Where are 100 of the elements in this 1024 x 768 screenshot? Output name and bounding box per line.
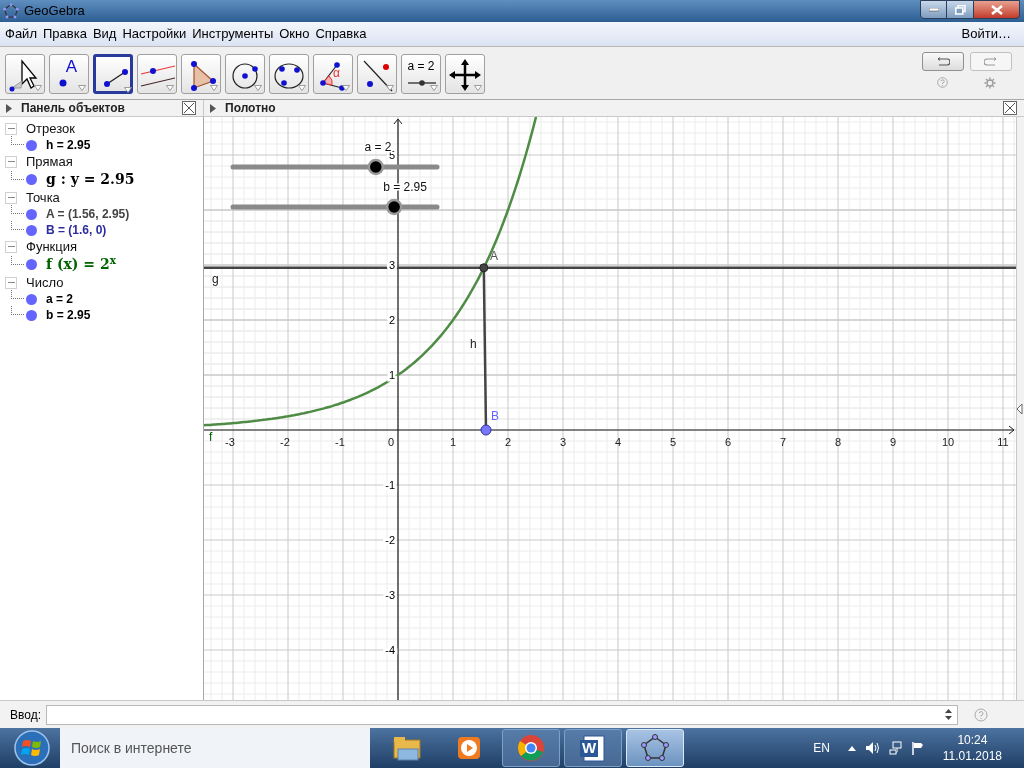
dropdown-icon [386,85,394,91]
object-label: A [490,249,498,263]
axis-label: 11 [997,436,1009,448]
restore-button[interactable] [947,0,973,19]
taskbar-app[interactable]: W [564,729,622,767]
dropdown-icon [254,85,262,91]
tool-button[interactable] [181,54,221,94]
axis-label: 9 [889,436,897,448]
category-label: Прямая [26,152,73,171]
axis-label: -1 [335,436,345,448]
menu-item[interactable]: Вид [89,26,120,42]
axis-label: 2 [388,314,395,326]
search-field[interactable]: Поиск в интернете [60,728,370,768]
dropdown-icon [166,85,174,91]
object-value[interactable]: a = 2 [46,290,74,308]
axis-label: 4 [614,436,622,448]
dropdown-icon [78,85,86,91]
expand-icon[interactable] [210,103,216,113]
menu-item[interactable]: Настройки [119,26,190,42]
undo-button[interactable] [922,52,964,71]
menu-item[interactable]: Справка [312,26,370,42]
tool-icon [407,80,437,86]
tool-button[interactable]: a = 2 [401,54,441,94]
point [479,263,489,273]
start-button[interactable] [12,728,52,768]
axis-label: -3 [225,436,235,448]
show-hidden-icon[interactable] [847,744,856,752]
category-label: Точка [26,188,60,207]
tool-button[interactable]: α [313,54,353,94]
minimize-button[interactable] [920,0,947,19]
tool-button[interactable] [269,54,309,94]
axis-label: -4 [385,644,395,656]
object-value[interactable]: f (x) = 2$^{x}$ [46,254,116,275]
object-label: B [491,409,499,423]
close-button[interactable] [973,0,1020,19]
network-icon[interactable] [888,741,902,755]
object-value[interactable]: B = (1.6, 0) [46,221,107,239]
tool-button[interactable] [357,54,397,94]
input-field[interactable] [46,704,958,725]
menu-item[interactable]: Окно [276,26,313,42]
object-value[interactable]: A = (1.56, 2.95) [46,205,130,223]
tool-button[interactable] [225,54,265,94]
input-label: Ввод: [10,706,41,724]
dropdown-icon [210,85,218,91]
axis-label: 0 [387,436,394,448]
window-title: GeoGebra [24,2,85,21]
slider-track[interactable] [230,158,440,176]
object-label: g [212,272,219,286]
object-value[interactable]: b = 2.95 [46,306,91,324]
category-label: Функция [26,237,77,256]
axis-label: -1 [385,479,395,491]
close-icon [990,4,1003,15]
login-link[interactable]: Войти… [958,24,1014,44]
axis-label: 6 [724,436,732,448]
language-indicator[interactable]: EN [813,739,830,757]
tool-button[interactable]: A [49,54,89,94]
pentagon-icon [3,3,19,19]
clock-date[interactable]: 11.01.2018 [942,748,1002,764]
axis-label: 2 [504,436,512,448]
panel-title: Полотно [225,100,276,117]
axis-label: 7 [779,436,787,448]
menu-item[interactable]: Файл [2,26,40,42]
menu-item[interactable]: Инструменты [189,26,277,42]
tool-button[interactable] [93,54,133,94]
dropdown-icon [298,85,306,91]
slider-track[interactable] [230,198,440,216]
close-icon[interactable] [1003,101,1017,115]
dropdown-icon [34,85,42,91]
tool-button[interactable] [445,54,485,94]
tool-button[interactable] [5,54,45,94]
object-value[interactable]: h = 2.95 [46,136,91,154]
expand-icon[interactable] [6,103,12,113]
volume-icon[interactable] [864,741,880,755]
close-icon[interactable] [182,101,196,115]
axis-label: 8 [834,436,842,448]
object-value[interactable]: g : y = 2.95 [46,169,135,190]
axis-label: 3 [559,436,567,448]
clock-time[interactable]: 10:24 [957,732,988,748]
spinner-icon[interactable] [945,709,952,720]
dropdown-icon [474,85,482,91]
tool-icon [59,79,67,87]
axis-label: -3 [385,589,395,601]
slider-knob[interactable] [367,158,385,176]
flag-icon[interactable] [910,741,924,755]
slider-knob[interactable] [385,198,403,216]
axis-label: -2 [385,534,395,546]
axis-label: -2 [280,436,290,448]
tool-button[interactable] [137,54,177,94]
panel-title: Панель объектов [21,100,125,117]
axis-label: 1 [449,436,457,448]
minimize-icon [928,7,939,12]
object-label: f [209,430,213,444]
object-label: h [470,337,477,351]
dropdown-icon [342,85,350,91]
axis-label: 1 [388,369,395,381]
menu-item[interactable]: Правка [39,26,90,42]
category-label: Число [26,273,64,292]
restore-icon [954,4,966,15]
category-label: Отрезок [26,119,75,138]
dropdown-icon [430,85,438,91]
